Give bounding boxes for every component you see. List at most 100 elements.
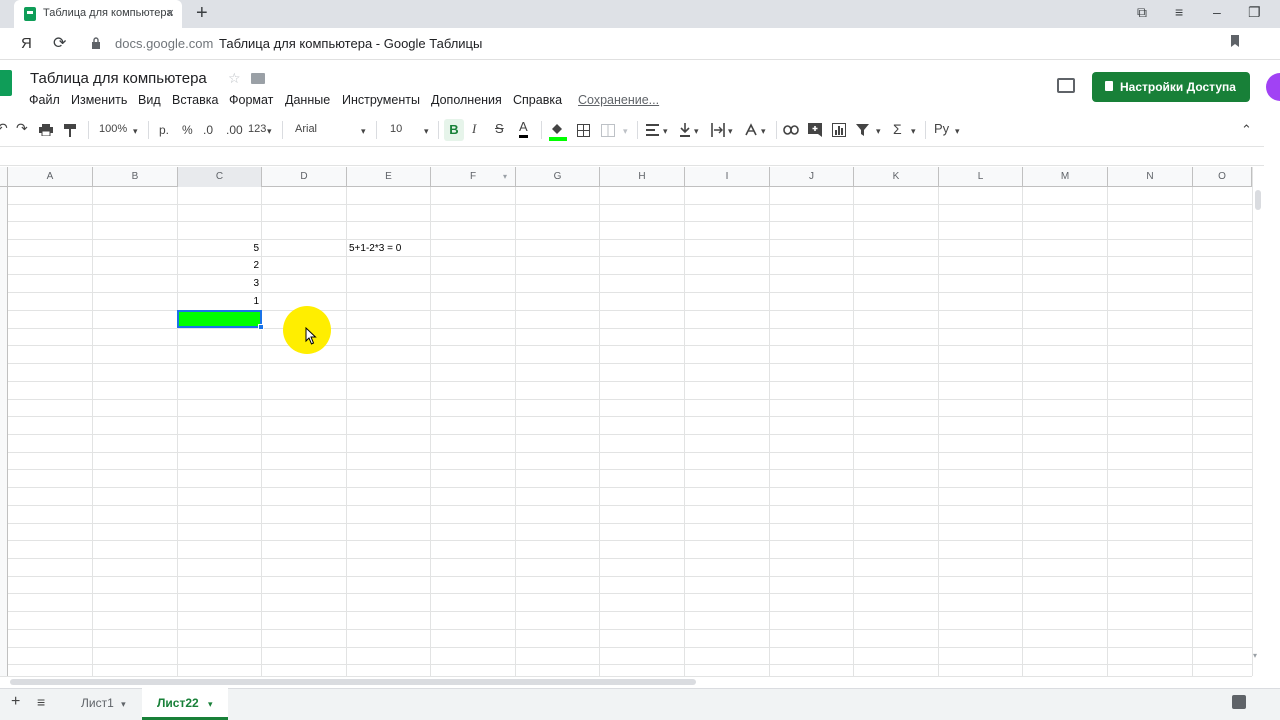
vertical-scroll-thumb[interactable]: [1255, 190, 1261, 210]
borders-icon[interactable]: [577, 124, 590, 137]
corner-cell[interactable]: [0, 167, 8, 187]
close-tab-icon[interactable]: ×: [166, 5, 174, 20]
menu-format[interactable]: Формат: [229, 93, 273, 107]
browser-tab[interactable]: Таблица для компьютера ×: [14, 0, 182, 28]
insert-comment-icon[interactable]: [808, 123, 822, 137]
align-left-icon[interactable]: [646, 124, 659, 136]
explore-icon[interactable]: [1232, 695, 1246, 709]
menu-help[interactable]: Справка: [513, 93, 562, 107]
menu-view[interactable]: Вид: [138, 93, 161, 107]
vertical-scrollbar[interactable]: [1252, 167, 1264, 676]
comments-icon[interactable]: [1057, 78, 1075, 93]
cell-c3[interactable]: 5: [177, 243, 259, 254]
column-menu-chevron-icon[interactable]: ▾: [503, 172, 507, 181]
share-button[interactable]: Настройки Доступа: [1092, 72, 1250, 102]
sheets-logo-icon[interactable]: [0, 70, 12, 96]
insert-chart-icon[interactable]: [832, 123, 846, 137]
filter-icon[interactable]: [856, 124, 869, 136]
column-header[interactable]: M: [1023, 167, 1108, 187]
add-sheet-button[interactable]: +: [11, 693, 20, 711]
chevron-down-icon[interactable]: ▾: [121, 699, 126, 709]
sheet-tab[interactable]: Лист1 ▾: [70, 688, 142, 720]
horizontal-scroll-thumb[interactable]: [10, 679, 696, 685]
browser-menu-icon[interactable]: ≡: [1175, 4, 1183, 20]
text-wrap-icon[interactable]: [711, 123, 725, 137]
menu-edit[interactable]: Изменить: [71, 93, 127, 107]
chevron-down-icon: ▾: [761, 126, 766, 136]
star-icon[interactable]: ☆: [228, 70, 241, 87]
column-header[interactable]: A: [8, 167, 93, 187]
url-page-title[interactable]: Таблица для компьютера - Google Таблицы: [219, 36, 482, 51]
document-title[interactable]: Таблица для компьютера: [30, 70, 207, 87]
fill-handle[interactable]: [258, 324, 264, 330]
restore-icon[interactable]: ❐: [1248, 4, 1261, 21]
yandex-button[interactable]: Я: [21, 35, 32, 52]
column-header[interactable]: B: [93, 167, 178, 187]
menu-file[interactable]: Файл: [29, 93, 60, 107]
saving-status[interactable]: Сохранение...: [578, 93, 659, 107]
row-header-column[interactable]: [0, 187, 8, 676]
collapse-toolbar-icon[interactable]: ⌃: [1241, 122, 1252, 138]
column-header[interactable]: H: [600, 167, 685, 187]
column-header[interactable]: G: [516, 167, 600, 187]
column-header-selected[interactable]: C: [178, 167, 262, 187]
bold-button[interactable]: B: [444, 119, 464, 141]
number-format-button[interactable]: 123: [248, 123, 266, 135]
chevron-down-icon[interactable]: ▾: [208, 699, 213, 709]
column-header[interactable]: D: [262, 167, 347, 187]
font-size-select[interactable]: 10: [390, 123, 402, 135]
chevron-down-icon: ▾: [694, 126, 699, 136]
chevron-down-icon: ▾: [267, 126, 272, 136]
italic-button[interactable]: I: [472, 121, 476, 137]
column-header[interactable]: J: [770, 167, 854, 187]
reload-icon[interactable]: ⟳: [53, 33, 66, 53]
column-header[interactable]: I: [685, 167, 770, 187]
text-color-button[interactable]: A: [519, 119, 528, 138]
percent-format-button[interactable]: %: [182, 123, 193, 137]
column-header[interactable]: O: [1193, 167, 1252, 187]
folder-icon[interactable]: [251, 73, 265, 84]
paint-format-icon[interactable]: [64, 124, 76, 137]
functions-icon[interactable]: Σ: [893, 121, 902, 137]
font-select[interactable]: Arial: [295, 123, 317, 135]
cell-c4[interactable]: 2: [177, 260, 259, 271]
decrease-decimal-button[interactable]: .0: [203, 123, 213, 137]
menu-addons[interactable]: Дополнения: [431, 93, 502, 107]
bookmark-icon[interactable]: [1230, 35, 1240, 47]
link-icon[interactable]: [783, 125, 799, 135]
print-icon[interactable]: [39, 124, 53, 136]
text-rotation-icon[interactable]: [744, 123, 758, 137]
cell-c6[interactable]: 1: [177, 296, 259, 307]
sheet-tab-active[interactable]: Лист22 ▾: [142, 688, 228, 720]
cell-c5[interactable]: 3: [177, 278, 259, 289]
window-collections-icon[interactable]: ⧉: [1137, 4, 1147, 21]
menu-data[interactable]: Данные: [285, 93, 330, 107]
column-header[interactable]: N: [1108, 167, 1193, 187]
avatar[interactable]: [1266, 73, 1280, 101]
redo-icon[interactable]: ↷: [16, 120, 28, 137]
vertical-align-icon[interactable]: [680, 123, 690, 137]
menu-tools[interactable]: Инструменты: [342, 93, 420, 107]
fill-color-icon[interactable]: [549, 121, 567, 141]
column-header[interactable]: L: [939, 167, 1023, 187]
currency-format-button[interactable]: р.: [159, 123, 169, 137]
lock-icon[interactable]: [91, 37, 101, 49]
zoom-select[interactable]: 100%: [99, 123, 127, 135]
minimize-icon[interactable]: –: [1213, 4, 1221, 20]
menu-insert[interactable]: Вставка: [172, 93, 218, 107]
url-domain[interactable]: docs.google.com: [115, 36, 213, 51]
all-sheets-button[interactable]: ≡: [37, 694, 45, 710]
undo-icon[interactable]: ↶: [0, 120, 8, 137]
increase-decimal-button[interactable]: .00: [226, 123, 243, 137]
new-tab-button[interactable]: +: [196, 2, 208, 25]
column-header[interactable]: E: [347, 167, 431, 187]
formula-bar[interactable]: [0, 146, 1264, 166]
selected-cell-c7[interactable]: [177, 310, 262, 328]
scroll-down-icon[interactable]: ▾: [1253, 651, 1257, 660]
spreadsheet-grid[interactable]: A B C D E F G H I J K L M N O ▾ 5 2 3 1 …: [0, 167, 1252, 676]
input-tools-button[interactable]: Ру: [934, 121, 949, 136]
merge-cells-icon[interactable]: [601, 124, 615, 137]
cell-e3[interactable]: 5+1-2*3 = 0: [349, 243, 401, 254]
column-header[interactable]: K: [854, 167, 939, 187]
strikethrough-button[interactable]: S: [495, 121, 504, 136]
